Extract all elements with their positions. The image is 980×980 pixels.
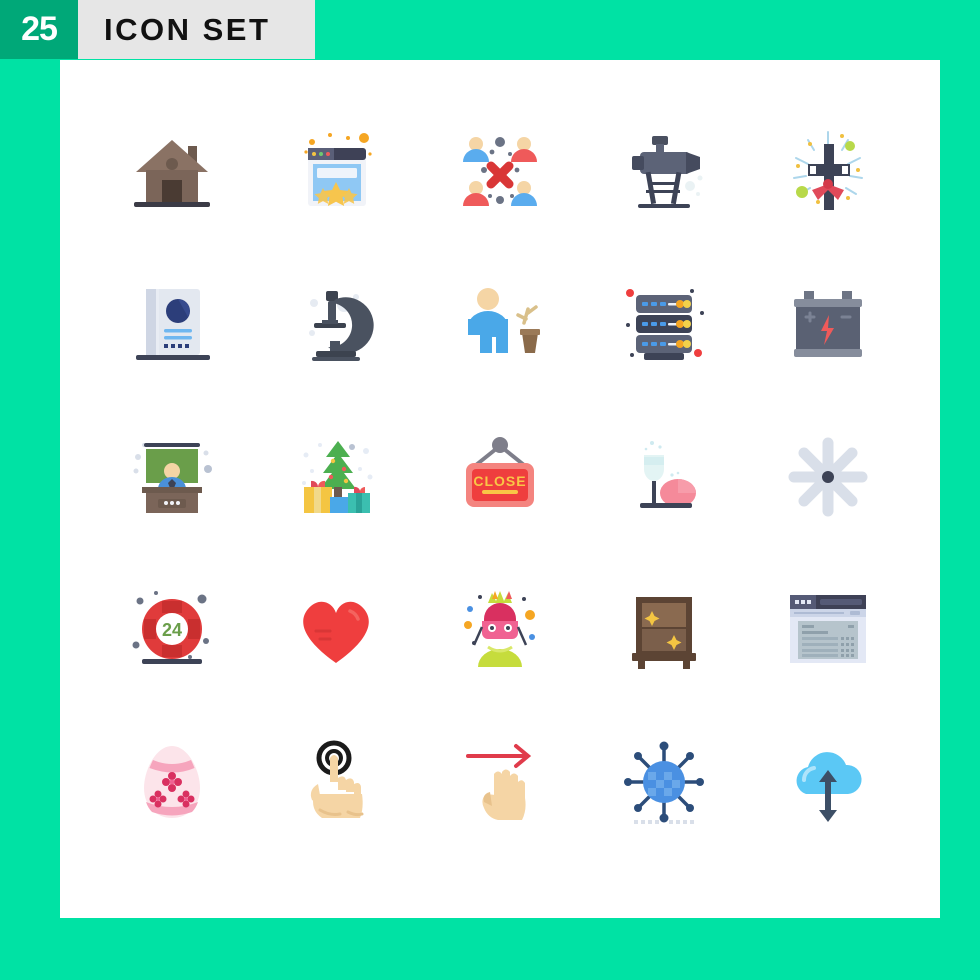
close-sign-label: CLOSE	[473, 473, 526, 489]
lifebuoy-label: 24	[162, 620, 182, 640]
browser-rating-icon	[304, 133, 372, 207]
icon-cell-teacher-desk[interactable]	[90, 401, 254, 553]
icon-cell-car-battery[interactable]	[746, 248, 910, 400]
car-battery-icon	[794, 290, 862, 357]
person-plant-icon	[468, 287, 540, 353]
icon-cell-easter-egg[interactable]	[90, 706, 254, 858]
icon-set-page: CLOSE 24 25 ICON SET	[0, 0, 980, 980]
easter-egg-icon	[144, 745, 200, 818]
icon-cell-cloud-sync[interactable]	[746, 706, 910, 858]
server-rack-icon	[626, 288, 704, 360]
icon-cell-server-rack[interactable]	[582, 248, 746, 400]
icon-cell-heart[interactable]	[254, 553, 418, 705]
microscope-icon	[309, 290, 374, 361]
global-network-icon	[624, 741, 704, 824]
icon-cell-person-plant[interactable]	[418, 248, 582, 400]
champagne-egg-icon	[640, 440, 696, 508]
close-sign-icon: CLOSE	[466, 436, 534, 507]
icon-cell-decorated-cross[interactable]	[746, 96, 910, 248]
tap-gesture-icon	[310, 740, 364, 818]
house-icon	[134, 140, 210, 208]
book-profile-icon	[136, 288, 210, 360]
icon-cell-global-network[interactable]	[582, 706, 746, 858]
lifebuoy-24-icon: 24	[132, 591, 209, 665]
icon-cell-wooden-cabinet[interactable]	[582, 553, 746, 705]
icon-cell-lifebuoy-24[interactable]: 24	[90, 553, 254, 705]
header-band: 25 ICON SET	[0, 0, 315, 59]
group-disconnect-icon	[463, 137, 537, 207]
icon-cell-browser-table[interactable]	[746, 553, 910, 705]
icon-cell-browser-rating[interactable]	[254, 96, 418, 248]
icon-cell-house[interactable]	[90, 96, 254, 248]
icon-panel: CLOSE 24	[60, 60, 940, 918]
icon-count-badge: 25	[0, 0, 78, 59]
icon-cell-champagne-egg[interactable]	[582, 401, 746, 553]
icon-cell-christmas-gifts[interactable]	[254, 401, 418, 553]
icon-grid: CLOSE 24	[60, 60, 940, 918]
icon-cell-tap-gesture[interactable]	[254, 706, 418, 858]
cloud-sync-icon	[796, 751, 862, 822]
telescope-icon	[632, 136, 703, 209]
page-title: ICON SET	[104, 11, 271, 47]
icon-cell-asterisk-star[interactable]	[746, 401, 910, 553]
heart-icon	[303, 602, 369, 664]
teacher-desk-icon	[133, 442, 212, 513]
wooden-cabinet-icon	[632, 597, 696, 670]
icon-cell-group-disconnect[interactable]	[418, 96, 582, 248]
christmas-gifts-icon	[302, 440, 373, 513]
decorated-cross-icon	[793, 131, 863, 211]
swipe-right-icon	[466, 743, 532, 820]
icon-cell-microscope[interactable]	[254, 248, 418, 400]
icon-cell-close-sign[interactable]: CLOSE	[418, 401, 582, 553]
icon-cell-swipe-right[interactable]	[418, 706, 582, 858]
browser-table-icon	[790, 595, 866, 664]
icon-cell-book-profile[interactable]	[90, 248, 254, 400]
icon-cell-telescope[interactable]	[582, 96, 746, 248]
asterisk-star-icon	[788, 437, 868, 517]
icon-cell-carnival-woman[interactable]	[418, 553, 582, 705]
carnival-woman-icon	[464, 591, 535, 668]
